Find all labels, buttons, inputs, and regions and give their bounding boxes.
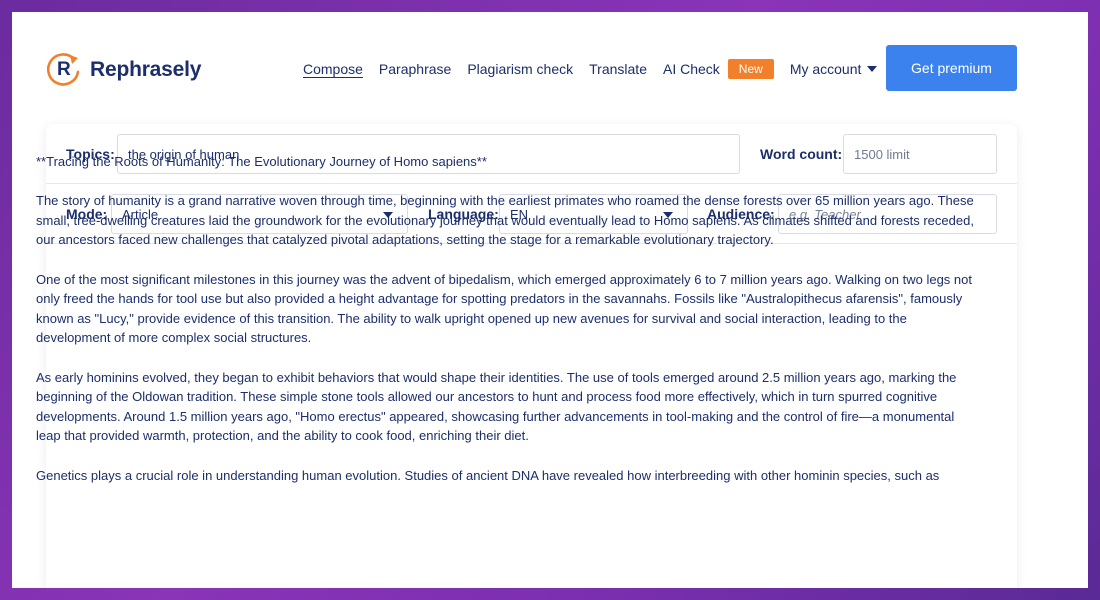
- brand-logo[interactable]: R Rephrasely: [44, 50, 201, 90]
- nav-paraphrase[interactable]: Paraphrase: [379, 61, 451, 77]
- generated-article: **Tracing the Roots of Humanity: The Evo…: [36, 152, 981, 505]
- app-window: R Rephrasely Compose Paraphrase Plagiari…: [12, 12, 1088, 588]
- my-account-menu[interactable]: My account: [790, 61, 878, 77]
- nav-plagiarism-check[interactable]: Plagiarism check: [467, 61, 573, 77]
- get-premium-button[interactable]: Get premium: [886, 45, 1017, 91]
- article-paragraph: As early hominins evolved, they began to…: [36, 369, 957, 444]
- new-badge: New: [727, 59, 774, 79]
- article-title: **Tracing the Roots of Humanity: The Evo…: [36, 154, 487, 169]
- nav-compose[interactable]: Compose: [303, 61, 363, 77]
- my-account-label: My account: [789, 61, 862, 77]
- brand-name: Rephrasely: [90, 58, 202, 81]
- article-paragraph: One of the most significant milestones i…: [36, 271, 972, 346]
- nav-translate[interactable]: Translate: [589, 61, 647, 77]
- refresh-r-logo-icon: R: [44, 50, 84, 90]
- logo-letter: R: [57, 59, 71, 80]
- chevron-down-icon: [867, 66, 878, 72]
- nav-ai-check[interactable]: AI Check: [663, 61, 720, 77]
- main-nav: Compose Paraphrase Plagiarism check Tran…: [303, 59, 878, 79]
- article-paragraph: The story of humanity is a grand narrati…: [36, 193, 974, 248]
- article-paragraph: Genetics plays a crucial role in underst…: [36, 467, 940, 483]
